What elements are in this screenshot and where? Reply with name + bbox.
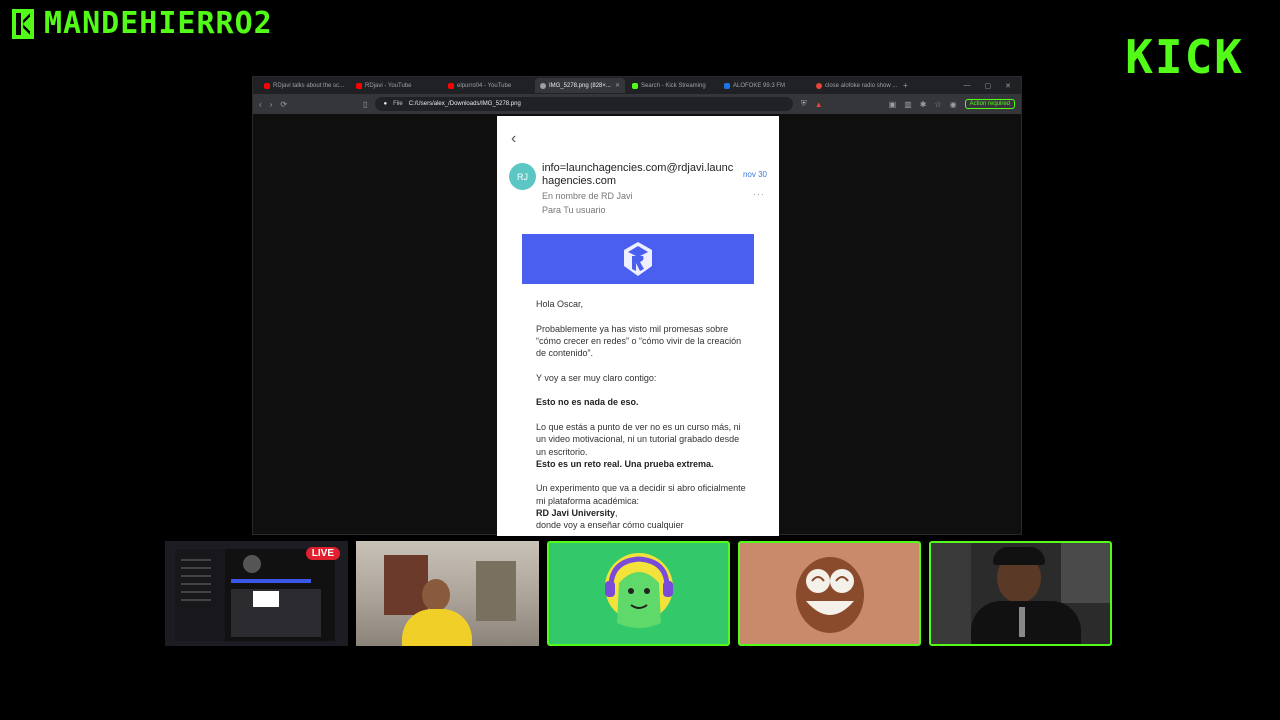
extensions-icon[interactable]: ✱ [920, 100, 927, 109]
paragraph: Probablemente ya has visto mil promesas … [536, 323, 742, 359]
forward-icon[interactable]: › [270, 100, 273, 109]
extensions: ⛨ ▲ ▣ ▥ ✱ ☆ ◉ Action required [801, 99, 1015, 109]
university-logo-icon [624, 242, 652, 276]
image-viewer: ‹ RJ info=launchagencies.com@rdjavi.laun… [253, 114, 1021, 536]
reload-icon[interactable]: ⟳ [280, 100, 287, 109]
address-bar-row: ‹ › ⟳ ▯ ● File C:/Users/alex_/Downloads/… [253, 94, 1021, 114]
tab[interactable]: close alofoke radio show ... [811, 78, 901, 93]
back-icon[interactable]: ‹ [259, 100, 262, 109]
kick-icon [632, 82, 638, 89]
star-icon[interactable]: ☆ [934, 100, 941, 109]
recipient-text: Para Tu usuario [542, 205, 606, 215]
channel-name: MANDEHIERRO2 [44, 6, 273, 41]
kick-k-icon [12, 8, 34, 39]
more-icon[interactable]: ··· [753, 189, 765, 199]
new-tab-icon[interactable]: + [903, 81, 908, 90]
info-icon: ● [383, 101, 388, 107]
paragraph: Y voy a ser muy claro contigo: [536, 372, 657, 383]
minimize-icon[interactable]: — [964, 82, 971, 90]
shield-icon[interactable]: ⛨ [801, 99, 807, 109]
tab[interactable]: RDjavi - YouTube [351, 78, 441, 93]
youtube-icon [356, 82, 362, 89]
avatar-character-icon [605, 553, 673, 628]
camera-tile-screen: LIVE [165, 541, 348, 646]
tab[interactable]: ALOFOKE 99.3 FM [719, 78, 809, 93]
camera-tile-mug [738, 541, 921, 646]
tab[interactable]: Search - Kick Streaming [627, 78, 717, 93]
channel-brand: MANDEHIERRO2 [12, 6, 273, 41]
kick-logo: KICK [1125, 30, 1244, 84]
sender-avatar: RJ [509, 163, 536, 190]
close-window-icon[interactable]: ✕ [1005, 82, 1011, 90]
tab[interactable]: elpurro04 - YouTube [443, 78, 533, 93]
url-text: C:/Users/alex_/Downloads/IMG_5278.png [408, 101, 521, 107]
on-behalf-text: En nombre de RD Javi [542, 191, 633, 201]
tab-active[interactable]: IMG_5278.png (828×... ✕ [535, 78, 625, 93]
tab-bar: RDjavi talks about the sc... RDjavi - Yo… [253, 77, 1021, 94]
tab[interactable]: RDjavi talks about the sc... [259, 78, 349, 93]
back-chevron-icon[interactable]: ‹ [511, 130, 516, 148]
sender-address: info=launchagencies.com@rdjavi.launchage… [542, 162, 734, 187]
live-badge: LIVE [305, 547, 340, 560]
youtube-icon [448, 82, 454, 89]
window-controls: — ▢ ✕ [964, 82, 1022, 90]
paragraph-bold: Esto no es nada de eso. [536, 397, 639, 408]
laughing-face-icon [796, 557, 864, 633]
paragraph: Un experimento que va a decidir si abro … [536, 483, 746, 531]
camera-tile-avatar [547, 541, 730, 646]
mini-screen-capture [175, 549, 335, 641]
url-scheme: File [393, 101, 403, 107]
radio-icon [724, 82, 730, 89]
browser-window: RDjavi talks about the sc... RDjavi - Yo… [252, 76, 1022, 536]
translate-icon[interactable]: ▣ [889, 100, 897, 109]
greeting: Hola Oscar, [536, 299, 584, 309]
close-tab-icon[interactable]: ✕ [615, 82, 620, 89]
email-screenshot: ‹ RJ info=launchagencies.com@rdjavi.laun… [497, 116, 779, 536]
camera-row: LIVE [165, 541, 1112, 646]
camera-tile-guest [356, 541, 539, 646]
extension-icon[interactable]: ▲ [815, 100, 823, 109]
paragraph: Lo que estás a punto de ver no es un cur… [536, 421, 741, 469]
sidebar-icon[interactable]: ▥ [904, 100, 912, 109]
email-banner [522, 234, 754, 284]
camera-tile-host [929, 541, 1112, 646]
globe-icon [540, 82, 546, 89]
url-input[interactable]: ● File C:/Users/alex_/Downloads/IMG_5278… [375, 97, 793, 111]
email-body: Hola Oscar, Probablemente ya has visto m… [536, 298, 748, 536]
maximize-icon[interactable]: ▢ [985, 82, 992, 90]
profile-icon[interactable]: ◉ [950, 100, 957, 109]
action-required-button[interactable]: Action required [964, 99, 1015, 109]
search-icon [816, 82, 822, 89]
email-date: nov 30 [742, 170, 767, 179]
bookmark-icon[interactable]: ▯ [363, 100, 367, 109]
youtube-icon [264, 82, 270, 89]
